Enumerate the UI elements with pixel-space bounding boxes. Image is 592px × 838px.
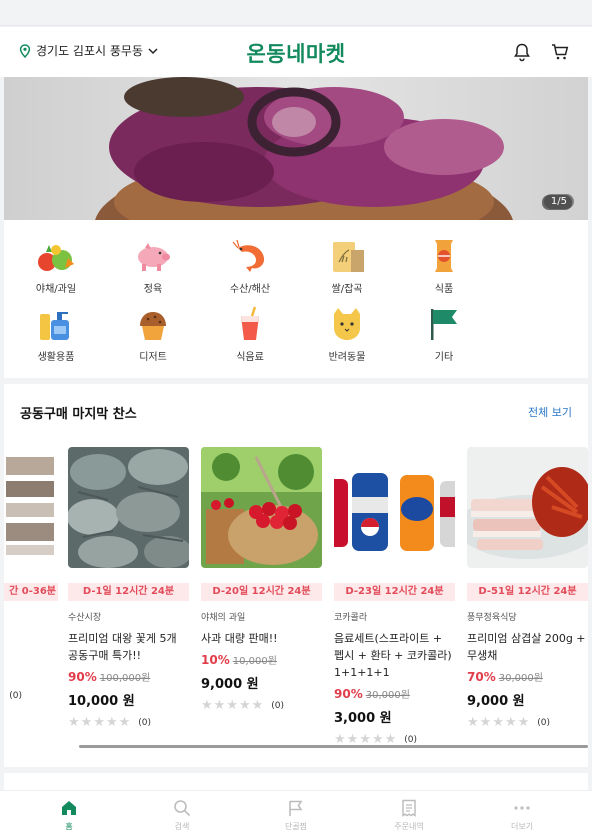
product-card[interactable]: D-51일 12시간 24분 풍무정육식당 프리미엄 삼겹살 200g + 무생… — [467, 447, 588, 730]
category-household[interactable]: 생활용품 — [11, 306, 101, 363]
home-icon — [62, 801, 76, 815]
rating: ★ ★ ★ ★ ★ (0) — [201, 698, 285, 713]
sale-price: 10,000 원 — [68, 694, 135, 709]
sale-price: 3,000 원 — [334, 711, 392, 726]
app-header: 경기도 김포시 풍무동 온동네마켓 — [0, 27, 592, 77]
cat-icon — [334, 308, 360, 340]
rating: ★ ★ ★ ★ ★ (0) — [68, 715, 152, 730]
dday-badge: D-23일 12시간 24분 — [334, 583, 455, 601]
discount-rate: 10% — [201, 653, 230, 667]
flag-icon — [431, 309, 457, 340]
dday-badge: 간 0-36분 — [4, 583, 58, 601]
category-etc[interactable]: 기타 — [399, 306, 489, 363]
discount-rate: 70% — [467, 670, 496, 684]
category-seafood[interactable]: 수산/해산 — [205, 238, 295, 295]
rice-bag-icon — [333, 242, 364, 272]
product-card[interactable]: D-1일 12시간 24분 수산시장 프리미엄 대왕 꽃게 5개 공동구매 특가… — [68, 447, 189, 730]
cart-icon[interactable] — [550, 42, 570, 62]
receipt-icon — [402, 799, 416, 817]
category-rice-grains[interactable]: 쌀/잡곡 — [302, 238, 392, 295]
group-buy-section: 공동구매 마지막 찬스 전체 보기 간 0-36분 (0) D-1일 12시간 … — [4, 384, 588, 767]
section-title: 공동구매 마지막 찬스 — [20, 407, 137, 422]
snack-icon — [435, 240, 453, 272]
category-dessert[interactable]: 디저트 — [108, 306, 198, 363]
vegetables-icon — [38, 245, 74, 271]
rating-count: (0) — [138, 717, 152, 728]
product-card-partial[interactable]: 간 0-36분 (0) — [4, 447, 58, 701]
store-name: 풍무정육식당 — [467, 613, 517, 623]
original-price: 30,000원 — [498, 673, 543, 684]
flag-outline-icon — [289, 800, 303, 816]
more-dots-icon — [514, 806, 530, 810]
product-image — [467, 447, 588, 568]
product-name: 음료세트(스프라이트 + 펩시 + 환타 + 코카콜라) 1+1+1+1 — [334, 632, 452, 679]
muffin-icon — [140, 312, 166, 340]
product-card[interactable]: D-20일 12시간 24분 야채의 과일 사과 대량 판매!! 10% 10,0… — [201, 447, 322, 713]
rating-count: (0) — [9, 691, 22, 701]
status-bar — [0, 0, 592, 26]
store-name: 수산시장 — [68, 613, 102, 623]
store-name: 야채의 과일 — [201, 613, 246, 623]
shrimp-icon — [232, 239, 265, 272]
see-all-link[interactable]: 전체 보기 — [528, 404, 572, 420]
drink-cup-icon — [241, 306, 259, 340]
product-image — [4, 447, 58, 568]
discount-rate: 90% — [334, 687, 363, 701]
bell-icon[interactable] — [512, 42, 532, 62]
dday-badge: D-51일 12시간 24분 — [467, 583, 588, 601]
rating-count: (0) — [537, 717, 551, 728]
dday-badge: D-20일 12시간 24분 — [201, 583, 322, 601]
category-meat[interactable]: 정육 — [108, 238, 198, 295]
search-icon — [174, 800, 191, 817]
product-name: 프리미엄 대왕 꽃게 5개 공동구매 특가!! — [68, 632, 177, 662]
dday-badge: D-1일 12시간 24분 — [68, 583, 189, 601]
original-price: 30,000원 — [365, 690, 410, 701]
product-name: 프리미엄 삼겹살 200g + 무생채 — [467, 632, 586, 662]
category-beverages[interactable]: 식음료 — [205, 306, 295, 363]
product-name: 사과 대량 판매!! — [201, 632, 278, 645]
store-name: 코카콜라 — [334, 613, 368, 623]
promo-banner[interactable]: 1/5 — [4, 77, 588, 220]
bottom-tab-bar: 홈 검색 단골찜 주문내역 더보기 — [0, 790, 592, 838]
household-icon — [40, 312, 69, 340]
discount-rate: 90% — [68, 670, 97, 684]
rating-count: (0) — [271, 700, 285, 711]
product-image — [68, 447, 189, 568]
product-image — [201, 447, 322, 568]
original-price: 100,000원 — [99, 673, 151, 684]
product-image — [334, 447, 455, 568]
horizontal-scrollbar[interactable] — [79, 745, 588, 748]
sale-price: 9,000 원 — [467, 694, 525, 709]
rating-count: (0) — [404, 734, 418, 745]
tab-home[interactable]: 홈 — [29, 799, 109, 832]
tab-favorites[interactable]: 단골찜 — [256, 799, 336, 832]
tab-search[interactable]: 검색 — [142, 799, 222, 832]
rating: ★ ★ ★ ★ ★ (0) — [467, 715, 551, 730]
category-vegetables[interactable]: 야채/과일 — [11, 238, 101, 295]
category-grid: 야채/과일 정육 수산/해산 쌀/잡곡 식품 생활용품 디저트 식음료 반려동물… — [4, 220, 588, 378]
sale-price: 9,000 원 — [201, 677, 259, 692]
category-food[interactable]: 식품 — [399, 238, 489, 295]
banner-pager: 1/5 — [543, 194, 574, 209]
original-price: 10,000원 — [232, 656, 277, 667]
category-pets[interactable]: 반려동물 — [302, 306, 392, 363]
tab-more[interactable]: 더보기 — [482, 799, 562, 832]
pig-icon — [138, 243, 170, 271]
banner-image — [4, 77, 588, 220]
tab-orders[interactable]: 주문내역 — [369, 799, 449, 832]
product-card[interactable]: D-23일 12시간 24분 코카콜라 음료세트(스프라이트 + 펩시 + 환타… — [334, 447, 455, 747]
app-logo[interactable]: 온동네마켓 — [0, 38, 592, 68]
